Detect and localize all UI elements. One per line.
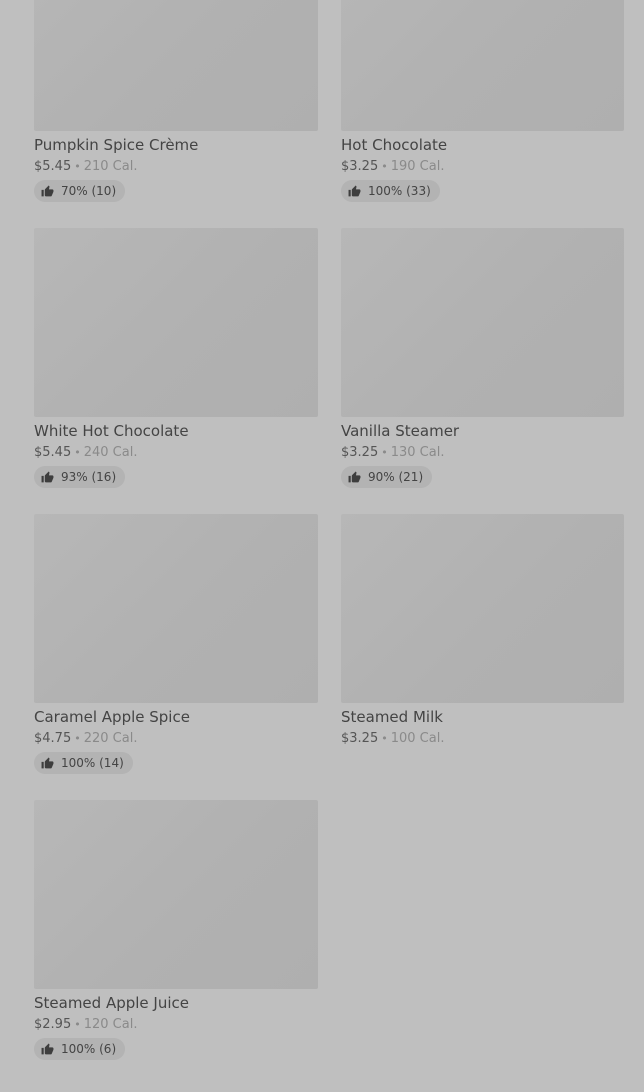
- meta-separator: •: [381, 160, 388, 173]
- rating-text: 70% (10): [61, 184, 117, 198]
- product-image[interactable]: [34, 800, 318, 989]
- product-meta: $3.25 • 190 Cal.: [341, 158, 624, 175]
- product-name[interactable]: Steamed Apple Juice: [34, 993, 318, 1013]
- rating-badge: 93% (16): [34, 466, 126, 488]
- thumbs-up-icon: [41, 1043, 54, 1054]
- meta-separator: •: [74, 160, 81, 173]
- product-calories: 210 Cal.: [83, 159, 138, 174]
- product-card[interactable]: Steamed Apple Juice $2.95 • 120 Cal. 100% …: [34, 800, 318, 1086]
- product-grid: Pumpkin Spice Crème $5.45 • 210 Cal. 70% (…: [34, 0, 624, 1086]
- thumbs-up-icon: [348, 185, 361, 196]
- rating-text: 100% (33): [368, 184, 431, 198]
- rating-badge: 100% (14): [34, 752, 133, 774]
- product-price: $4.75: [34, 731, 72, 746]
- product-calories: 130 Cal.: [390, 445, 445, 460]
- product-name[interactable]: Hot Chocolate: [341, 135, 624, 155]
- rating-text: 93% (16): [61, 470, 117, 484]
- thumbs-up-icon: [348, 471, 361, 482]
- meta-separator: •: [381, 732, 388, 745]
- product-card[interactable]: Pumpkin Spice Crème $5.45 • 210 Cal. 70% (…: [34, 0, 318, 228]
- meta-separator: •: [381, 446, 388, 459]
- rating-badge: 90% (21): [341, 466, 433, 488]
- product-price: $5.45: [34, 445, 72, 460]
- product-name[interactable]: Caramel Apple Spice: [34, 707, 318, 727]
- meta-separator: •: [74, 446, 81, 459]
- product-price: $3.25: [341, 159, 379, 174]
- product-card[interactable]: White Hot Chocolate $5.45 • 240 Cal. 93% (…: [34, 228, 318, 514]
- product-card[interactable]: Steamed Milk $3.25 • 100 Cal.: [341, 514, 624, 800]
- product-calories: 100 Cal.: [390, 731, 445, 746]
- product-name[interactable]: White Hot Chocolate: [34, 421, 318, 441]
- product-meta: $5.45 • 240 Cal.: [34, 444, 318, 461]
- product-price: $2.95: [34, 1017, 72, 1032]
- product-meta: $3.25 • 100 Cal.: [341, 730, 624, 747]
- product-card[interactable]: Hot Chocolate $3.25 • 190 Cal. 100% (33): [341, 0, 624, 228]
- rating-text: 90% (21): [368, 470, 424, 484]
- product-image[interactable]: [34, 0, 318, 131]
- product-card[interactable]: Caramel Apple Spice $4.75 • 220 Cal. 100% …: [34, 514, 318, 800]
- product-calories: 240 Cal.: [83, 445, 138, 460]
- product-image[interactable]: [34, 514, 318, 703]
- rating-text: 100% (14): [61, 756, 124, 770]
- product-card[interactable]: Vanilla Steamer $3.25 • 130 Cal. 90% (21): [341, 228, 624, 514]
- product-meta: $5.45 • 210 Cal.: [34, 158, 318, 175]
- rating-badge: 100% (33): [341, 180, 440, 202]
- product-meta: $2.95 • 120 Cal.: [34, 1016, 318, 1033]
- product-image[interactable]: [341, 514, 624, 703]
- rating-text: 100% (6): [61, 1042, 117, 1056]
- product-price: $3.25: [341, 731, 379, 746]
- product-price: $3.25: [341, 445, 379, 460]
- rating-badge: 70% (10): [34, 180, 126, 202]
- product-name[interactable]: Pumpkin Spice Crème: [34, 135, 318, 155]
- product-name[interactable]: Steamed Milk: [341, 707, 624, 727]
- product-calories: 220 Cal.: [83, 731, 138, 746]
- thumbs-up-icon: [41, 471, 54, 482]
- product-calories: 120 Cal.: [83, 1017, 138, 1032]
- product-meta: $3.25 • 130 Cal.: [341, 444, 624, 461]
- product-image[interactable]: [34, 228, 318, 417]
- product-price: $5.45: [34, 159, 72, 174]
- thumbs-up-icon: [41, 185, 54, 196]
- product-name[interactable]: Vanilla Steamer: [341, 421, 624, 441]
- product-image[interactable]: [341, 228, 624, 417]
- product-meta: $4.75 • 220 Cal.: [34, 730, 318, 747]
- product-calories: 190 Cal.: [390, 159, 445, 174]
- meta-separator: •: [74, 732, 81, 745]
- rating-badge: 100% (6): [34, 1038, 126, 1060]
- product-image[interactable]: [341, 0, 624, 131]
- meta-separator: •: [74, 1018, 81, 1031]
- thumbs-up-icon: [41, 757, 54, 768]
